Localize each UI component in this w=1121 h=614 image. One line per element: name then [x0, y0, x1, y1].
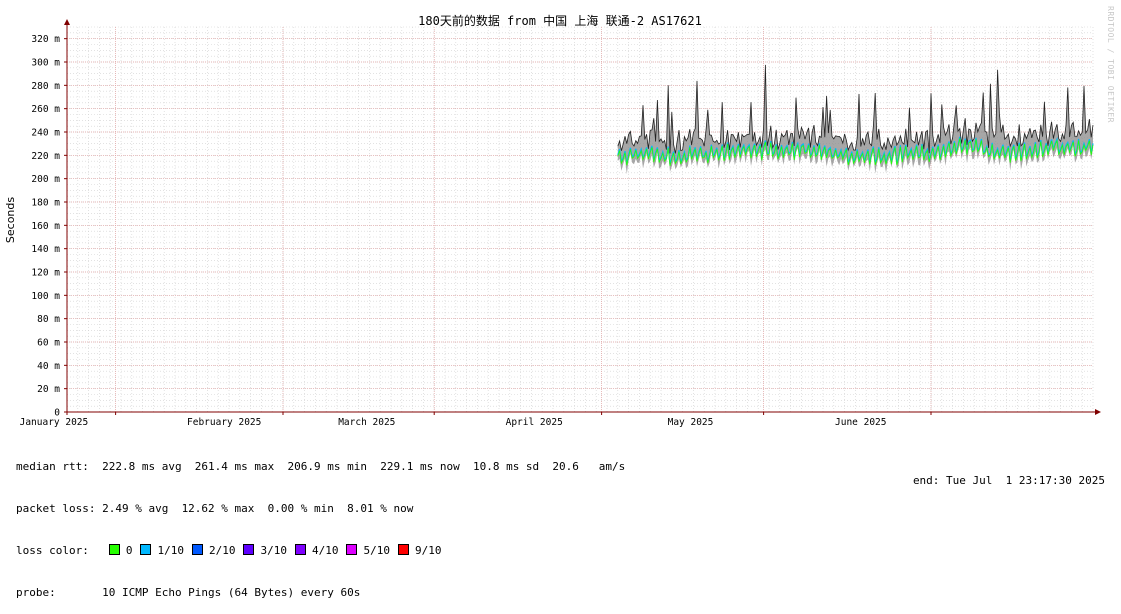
y-tick-label: 220 m [31, 151, 60, 162]
y-tick-label: 100 m [31, 291, 60, 302]
loss-color-swatch [108, 544, 120, 555]
median-rtt-stats: median rtt: 222.8 ms avg 261.4 ms max 20… [16, 460, 626, 473]
loss-color-item: 9/10 [397, 544, 442, 557]
y-tick-label: 320 m [31, 34, 60, 45]
end-time: end: Tue Jul 1 23:17:30 2025 [912, 474, 1105, 487]
y-tick-label: 120 m [31, 268, 60, 279]
smokeping-chart: 020 m40 m60 m80 m100 m120 m140 m160 m180… [4, 13, 1101, 428]
y-tick-label: 40 m [37, 361, 60, 372]
chart-title: 180天前的数据 from 中国 上海 联通-2 AS17621 [418, 13, 702, 28]
loss-color-value: 1/10 [157, 544, 184, 557]
packet-loss-stats: packet loss: 2.49 % avg 12.62 % max 0.00… [16, 502, 414, 515]
loss-color-item: 1/10 [140, 544, 184, 557]
rrdtool-watermark: RRDTOOL / TOBI OETIKER [1106, 6, 1115, 123]
loss-color-swatch [294, 544, 306, 555]
loss-color-value: 0 [125, 544, 133, 557]
y-tick-label: 160 m [31, 221, 60, 232]
loss-color-item: 3/10 [243, 544, 287, 557]
y-tick-label: 240 m [31, 128, 60, 139]
loss-color-value: 4/10 [311, 544, 339, 557]
axes [64, 19, 1101, 415]
y-tick-label: 80 m [37, 314, 60, 325]
y-ticks: 020 m40 m60 m80 m100 m120 m140 m160 m180… [31, 34, 67, 419]
loss-color-swatch [140, 544, 152, 555]
y-axis-label: Seconds [4, 197, 17, 243]
loss-color-item: 5/10 [346, 544, 390, 557]
loss-color-value: 2/10 [208, 544, 236, 557]
y-tick-label: 300 m [31, 58, 60, 69]
y-tick-label: 140 m [31, 244, 60, 255]
loss-color-legend: loss color: 0 1/10 2/10 3/10 4/10 5/10 9/10 [16, 544, 625, 558]
loss-color-item: 4/10 [294, 544, 339, 557]
loss-color-swatch [243, 544, 255, 555]
loss-color-item: 0 [108, 544, 133, 557]
x-tick-label: March 2025 [338, 417, 395, 428]
loss-color-value: 5/10 [363, 544, 390, 557]
y-axis-arrow [64, 19, 70, 25]
probe-info: probe: 10 ICMP Echo Pings (64 Bytes) eve… [16, 586, 361, 599]
loss-color-swatch [191, 544, 203, 555]
y-tick-label: 60 m [37, 338, 60, 349]
y-tick-label: 260 m [31, 104, 60, 115]
x-tick-label: June 2025 [835, 417, 886, 428]
y-tick-label: 180 m [31, 198, 60, 209]
loss-color-swatch [346, 544, 358, 555]
x-axis-arrow [1095, 409, 1101, 415]
loss-color-swatch [397, 544, 409, 555]
x-tick-label: January 2025 [20, 417, 89, 428]
y-tick-label: 200 m [31, 174, 60, 185]
loss-color-value: 9/10 [414, 544, 442, 557]
x-tick-label: April 2025 [506, 417, 563, 428]
loss-color-item: 2/10 [191, 544, 236, 557]
x-tick-label: February 2025 [187, 417, 261, 428]
loss-color-value: 3/10 [260, 544, 287, 557]
x-ticks: January 2025 February 2025 March 2025 April… [20, 412, 932, 428]
loss-color-label: loss color: [16, 544, 89, 557]
y-tick-label: 20 m [37, 384, 60, 395]
y-tick-label: 280 m [31, 81, 60, 92]
x-tick-label: May 2025 [668, 417, 714, 428]
grid [66, 26, 1094, 413]
legend: median rtt: 222.8 ms avg 261.4 ms max 20… [16, 432, 625, 614]
